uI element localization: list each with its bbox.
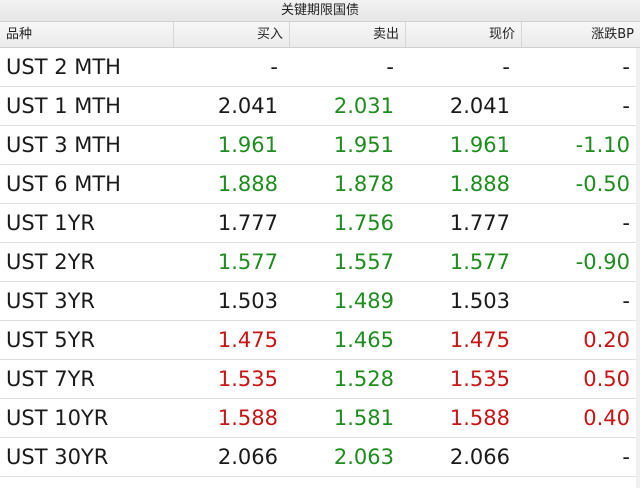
panel-title: 关键期限国债 <box>0 0 640 22</box>
cell-buy: - <box>270 55 278 79</box>
cell-buy: 1.475 <box>217 328 278 352</box>
cell-buy: 1.503 <box>217 289 278 313</box>
cell-change: - <box>622 94 630 118</box>
cell-sell: 1.465 <box>333 328 394 352</box>
cell-sell: 2.063 <box>333 445 394 469</box>
table-row[interactable]: UST 1 MTH 2.041 2.031 2.041 - <box>0 87 640 126</box>
cell-sell: 1.581 <box>333 406 394 430</box>
table-row[interactable]: UST 1YR 1.777 1.756 1.777 - <box>0 204 640 243</box>
cell-current: 1.577 <box>449 250 510 274</box>
cell-change: 0.50 <box>583 367 630 391</box>
cell-change: - <box>622 289 630 313</box>
cell-sell: 1.951 <box>333 133 394 157</box>
cell-current: 1.503 <box>449 289 510 313</box>
cell-sell: 1.528 <box>333 367 394 391</box>
column-header-change[interactable]: 涨跌BP <box>522 22 640 47</box>
cell-sell: - <box>386 55 394 79</box>
cell-current: 1.777 <box>449 211 510 235</box>
cell-sell: 2.031 <box>333 94 394 118</box>
cell-change: 0.20 <box>583 328 630 352</box>
cell-buy: 2.041 <box>217 94 278 118</box>
cell-name: UST 1 MTH <box>6 94 121 118</box>
table-row[interactable]: UST 6 MTH 1.888 1.878 1.888 -0.50 <box>0 165 640 204</box>
table-row[interactable]: UST 3YR 1.503 1.489 1.503 - <box>0 282 640 321</box>
cell-name: UST 1YR <box>6 211 95 235</box>
cell-current: - <box>502 55 510 79</box>
table-row[interactable]: UST 2 MTH - - - - <box>0 48 640 87</box>
column-header-buy[interactable]: 买入 <box>174 22 290 47</box>
table-header: 品种 买入 卖出 现价 涨跌BP <box>0 22 640 48</box>
cell-change: - <box>622 55 630 79</box>
cell-current: 1.888 <box>449 172 510 196</box>
column-header-current[interactable]: 现价 <box>406 22 522 47</box>
cell-name: UST 2 MTH <box>6 55 121 79</box>
cell-current: 1.588 <box>449 406 510 430</box>
cell-name: UST 7YR <box>6 367 95 391</box>
cell-buy: 1.961 <box>217 133 278 157</box>
table-row[interactable]: UST 7YR 1.535 1.528 1.535 0.50 <box>0 360 640 399</box>
cell-change: -1.10 <box>575 133 630 157</box>
column-header-sell[interactable]: 卖出 <box>290 22 406 47</box>
table-row[interactable]: UST 3 MTH 1.961 1.951 1.961 -1.10 <box>0 126 640 165</box>
cell-buy: 1.588 <box>217 406 278 430</box>
cell-name: UST 6 MTH <box>6 172 121 196</box>
cell-change: 0.40 <box>583 406 630 430</box>
scrollbar[interactable] <box>636 48 640 488</box>
table-row[interactable]: UST 10YR 1.588 1.581 1.588 0.40 <box>0 399 640 438</box>
table-row[interactable]: UST 30YR 2.066 2.063 2.066 - <box>0 438 640 477</box>
cell-name: UST 5YR <box>6 328 95 352</box>
table-row[interactable]: UST 5YR 1.475 1.465 1.475 0.20 <box>0 321 640 360</box>
cell-buy: 1.535 <box>217 367 278 391</box>
cell-change: - <box>622 211 630 235</box>
cell-sell: 1.756 <box>333 211 394 235</box>
cell-current: 1.961 <box>449 133 510 157</box>
cell-current: 2.066 <box>449 445 510 469</box>
cell-buy: 1.888 <box>217 172 278 196</box>
cell-name: UST 3YR <box>6 289 95 313</box>
column-header-name[interactable]: 品种 <box>0 22 174 47</box>
cell-name: UST 10YR <box>6 406 109 430</box>
cell-current: 2.041 <box>449 94 510 118</box>
cell-change: -0.50 <box>575 172 630 196</box>
table-row[interactable]: UST 2YR 1.577 1.557 1.577 -0.90 <box>0 243 640 282</box>
cell-sell: 1.878 <box>333 172 394 196</box>
cell-change: -0.90 <box>575 250 630 274</box>
treasury-panel: 关键期限国债 品种 买入 卖出 现价 涨跌BP UST 2 MTH - - - - UST… <box>0 0 640 490</box>
cell-buy: 1.577 <box>217 250 278 274</box>
cell-current: 1.475 <box>449 328 510 352</box>
cell-name: UST 2YR <box>6 250 95 274</box>
cell-buy: 1.777 <box>217 211 278 235</box>
cell-name: UST 3 MTH <box>6 133 121 157</box>
table-body: UST 2 MTH - - - - UST 1 MTH 2.041 2.031 2.041- US… <box>0 48 640 477</box>
cell-name: UST 30YR <box>6 445 109 469</box>
cell-buy: 2.066 <box>217 445 278 469</box>
cell-current: 1.535 <box>449 367 510 391</box>
cell-sell: 1.557 <box>333 250 394 274</box>
cell-sell: 1.489 <box>333 289 394 313</box>
cell-change: - <box>622 445 630 469</box>
